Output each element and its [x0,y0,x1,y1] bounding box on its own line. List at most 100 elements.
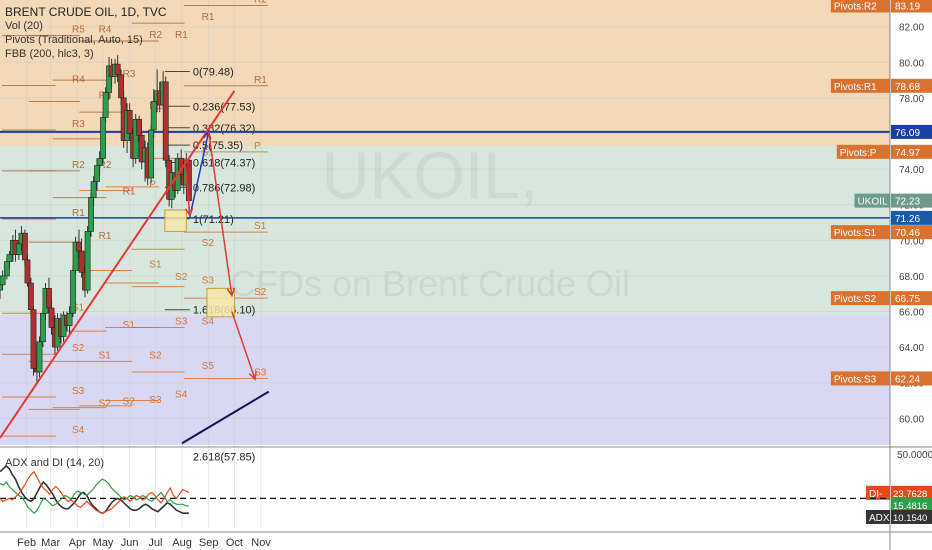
time-axis-label[interactable]: Aug [172,537,192,549]
indicator-pivots[interactable]: Pivots (Traditional, Auto, 15) [5,33,167,47]
candle-body [30,309,37,369]
candle-body [46,288,52,309]
price-tick-label[interactable]: 82.00 [899,23,924,34]
candle-body [28,282,34,311]
pivot-label-r2: R2 [254,0,267,6]
axis-badge-value-text: 74.97 [895,148,920,159]
candle-body [48,307,55,328]
fib-level-label[interactable]: 1(71.21) [193,214,234,226]
axis-badge-name-text: Pivots:R1 [834,82,877,93]
fib-level-label[interactable]: 0(79.48) [193,67,234,79]
price-tick-label[interactable]: 64.00 [899,343,924,354]
pivot-label-s2: S2 [175,272,188,283]
pivot-label-r1: R1 [175,30,188,41]
pivot-label-s1: S1 [123,320,136,331]
time-axis-label[interactable]: Oct [226,537,243,549]
legend: BRENT CRUDE OIL, 1D, TVC Vol (20) Pivots… [5,5,167,61]
candle-body [118,74,124,99]
pivot-zone-lower [0,315,890,445]
candle-body [22,232,28,261]
time-axis-label[interactable]: Nov [251,537,271,549]
pivot-label-r3: R3 [72,119,85,130]
time-axis-label[interactable]: Apr [69,537,86,549]
axis-badge-value-text: 71.26 [895,214,920,225]
adx-badge-name-text: ADX [869,513,890,524]
candle-body [3,261,10,277]
time-axis-label[interactable]: May [93,537,114,549]
time-axis-label[interactable]: Sep [199,537,219,549]
pivot-label-s1: S1 [149,260,162,271]
pivot-label-r1: R1 [202,12,215,23]
pivot-label-s3: S3 [202,276,215,287]
pivot-label-s2: S2 [72,343,85,354]
indicator-vol[interactable]: Vol (20) [5,19,167,33]
pivot-label-r1: R1 [254,75,267,86]
pivot-label-s5: S5 [202,361,215,372]
candle-body [114,63,121,76]
candle-body [66,312,73,327]
pivot-label-s1: S1 [254,221,267,232]
indicator-fbb[interactable]: FBB (200, hlc3, 3) [5,47,167,61]
trading-chart[interactable]: UKOIL, CFDs on Brent Crude Oil R5 R4 R3 R2 R… [0,0,932,550]
pivot-label-s1: S1 [99,350,112,361]
adx-panel-title[interactable]: ADX and DI (14, 20) [5,457,104,469]
candle-body [36,341,43,373]
pivot-label-s2: S2 [202,238,215,249]
price-tick-label[interactable]: 66.00 [899,308,924,319]
pivot-label-s2: S2 [254,287,267,298]
candle-body [100,117,106,159]
candle-body [126,110,133,134]
watermark-symbol: UKOIL, [322,138,538,212]
fib-level-label[interactable]: 0.786(72.98) [193,182,255,194]
adx-background [0,451,890,528]
pivot-label-r1: R1 [123,187,136,198]
axis-badge-value-text: 83.19 [895,2,920,13]
axis-badge-name-text: Pivots:S1 [834,228,877,239]
candle-body [84,231,91,291]
axis-badge-name-text: Pivots:S2 [834,294,877,305]
price-tick-label[interactable]: 80.00 [899,58,924,69]
adx-tick-label[interactable]: 50.0000 [897,450,932,461]
axis-badge-name-text: Pivots:P [840,148,877,159]
candle-body [90,181,97,198]
candle-body [24,259,31,284]
pivot-label-s4: S4 [72,425,85,436]
pivot-label-s3: S3 [175,317,188,328]
fib-level-label[interactable]: 2.618(57.85) [193,452,255,464]
pivot-label-s2: S2 [149,350,162,361]
target-zone-box[interactable] [164,209,187,232]
pivot-label-s4: S4 [202,317,215,328]
price-tick-label[interactable]: 74.00 [899,165,924,176]
pivot-label-r1: R1 [99,231,112,242]
candle-body [6,254,13,262]
axis-badge-name-text: UKOIL [858,197,888,208]
adx-badge-value-text: 10.1540 [893,513,927,524]
chart-canvas[interactable]: UKOIL, CFDs on Brent Crude Oil R5R4R3R2R… [0,0,932,550]
candle-body [94,165,100,182]
time-axis-label[interactable]: Jul [148,537,162,549]
axis-badge-value-text: 78.68 [895,82,920,93]
fib-level-label[interactable]: 0.382(76.32) [193,123,255,135]
time-axis[interactable]: Feb Mar Apr May Jun Jul Aug Sep Oct Nov [17,537,271,549]
axis-badge-value-text: 72.23 [895,197,920,208]
price-tick-label[interactable]: 68.00 [899,272,924,283]
candle-body [40,312,46,343]
pivot-label-s3: S3 [72,386,85,397]
candle-body [148,129,155,179]
time-axis-label[interactable]: Feb [17,537,36,549]
pivot-label-p: P [149,179,156,190]
chart-title[interactable]: BRENT CRUDE OIL, 1D, TVC [5,5,167,19]
candle-body [76,241,82,252]
pivot-label-r3: R3 [123,69,136,80]
candle-body [102,92,109,118]
axis-badge-name-text: Pivots:R2 [834,2,877,13]
axis-badge-value-text: 70.46 [895,228,920,239]
time-axis-label[interactable]: Mar [41,537,60,549]
candle-body [0,275,6,286]
time-axis-label[interactable]: Jun [121,537,139,549]
price-tick-label[interactable]: 78.00 [899,94,924,105]
axis-badge-value-text: 76.09 [895,128,920,139]
candle-body [15,243,22,255]
price-tick-label[interactable]: 60.00 [899,414,924,425]
candle-body [136,118,143,136]
